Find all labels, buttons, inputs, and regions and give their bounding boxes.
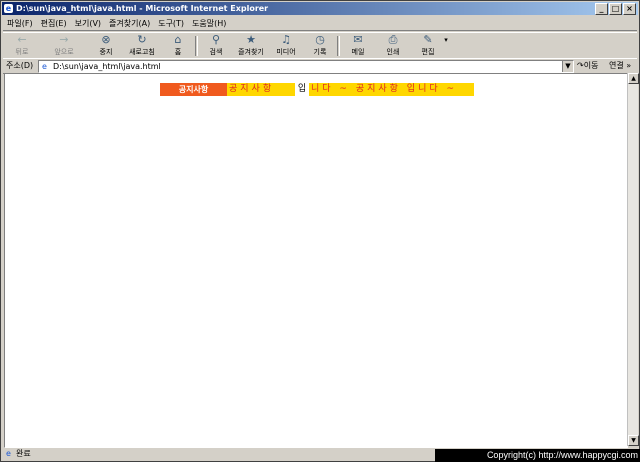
more-dropdown[interactable]: ▾ [439,34,453,57]
copyright-banner: Copyright(c) http://www.happycgi.com [435,449,640,462]
menu-file[interactable]: 파일(F) [3,18,37,29]
menu-help[interactable]: 도움말(H) [188,18,230,29]
home-icon: ⌂ [174,33,182,46]
menu-edit[interactable]: 편집(E) [37,18,71,29]
menu-view[interactable]: 보기(V) [71,18,105,29]
mail-icon: ✉ [353,33,363,46]
go-button[interactable]: ↷이동 [577,60,598,71]
stop-icon: ⊗ [101,33,111,46]
toolbar-separator [337,36,340,56]
close-button[interactable]: × [623,3,636,15]
ie-logo-icon: e [4,4,13,13]
go-arrow-icon: ↷ [577,61,584,70]
notice-gap-text: 입 [295,83,309,96]
notice-row: 공지사항 공지사항 입 니다 ~ 공지사항 입니다 ~ [160,83,474,96]
address-bar: 주소(D) e D:\sun\java_html\java.html ▼ ↷이동… [3,58,637,74]
refresh-icon: ↻ [137,33,147,46]
notice-marquee-2: 니다 ~ 공지사항 입니다 ~ [309,83,474,96]
forward-arrow-icon: → [59,33,69,46]
toolbar-separator [195,36,198,56]
media-button[interactable]: ♫ 미디어 [271,34,301,57]
minimize-button[interactable]: _ [595,3,608,15]
back-arrow-icon: ← [17,33,27,46]
edit-icon: ✎ [423,33,433,46]
toolbar: ← 뒤로 → 앞으로 ⊗ 중지 ↻ 새로고침 ⌂ 홈 ⚲ 검색 ★ 즐겨찾기 ♫ [3,32,637,59]
title-bar: e D:\sun\java_html\java.html - Microsoft… [2,2,638,15]
refresh-button[interactable]: ↻ 새로고침 [127,34,157,57]
chevron-down-icon: ▾ [444,36,448,44]
favorites-button[interactable]: ★ 즐겨찾기 [236,34,266,57]
maximize-button[interactable]: □ [609,3,622,15]
address-input[interactable]: e D:\sun\java_html\java.html ▼ [38,60,574,73]
notice-badge: 공지사항 [160,83,227,96]
status-text: 완료 [16,449,31,458]
media-icon: ♫ [281,33,291,46]
links-button[interactable]: 연결 » [609,60,631,71]
scroll-up-icon[interactable]: ▲ [628,73,639,84]
history-icon: ◷ [315,33,325,46]
stop-button[interactable]: ⊗ 중지 [91,34,121,57]
page-content: 공지사항 공지사항 입 니다 ~ 공지사항 입니다 ~ [4,73,628,448]
menu-bar: 파일(F) 편집(E) 보기(V) 즐겨찾기(A) 도구(T) 도움말(H) [3,17,637,31]
window-title: D:\sun\java_html\java.html - Microsoft I… [16,4,269,13]
address-url: D:\sun\java_html\java.html [53,62,161,71]
vertical-scrollbar[interactable]: ▲ ▼ [627,73,639,446]
notice-marquee-1: 공지사항 [227,83,295,96]
back-button[interactable]: ← 뒤로 [7,34,37,57]
status-page-icon: e [6,449,11,458]
mail-button[interactable]: ✉ 메일 [343,34,373,57]
home-button[interactable]: ⌂ 홈 [163,34,193,57]
ie-window: e D:\sun\java_html\java.html - Microsoft… [0,0,640,462]
print-icon: ⎙ [388,33,398,46]
address-dropdown-icon[interactable]: ▼ [562,61,573,72]
print-button[interactable]: ⎙ 인쇄 [378,34,408,57]
favorites-icon: ★ [246,33,256,46]
menu-favorites[interactable]: 즐겨찾기(A) [105,18,154,29]
search-button[interactable]: ⚲ 검색 [201,34,231,57]
page-icon: e [42,62,47,71]
search-icon: ⚲ [211,33,221,46]
address-label: 주소(D) [6,61,34,70]
history-button[interactable]: ◷ 기록 [305,34,335,57]
menu-tools[interactable]: 도구(T) [154,18,188,29]
scroll-down-icon[interactable]: ▼ [628,435,639,446]
forward-button[interactable]: → 앞으로 [49,34,79,57]
